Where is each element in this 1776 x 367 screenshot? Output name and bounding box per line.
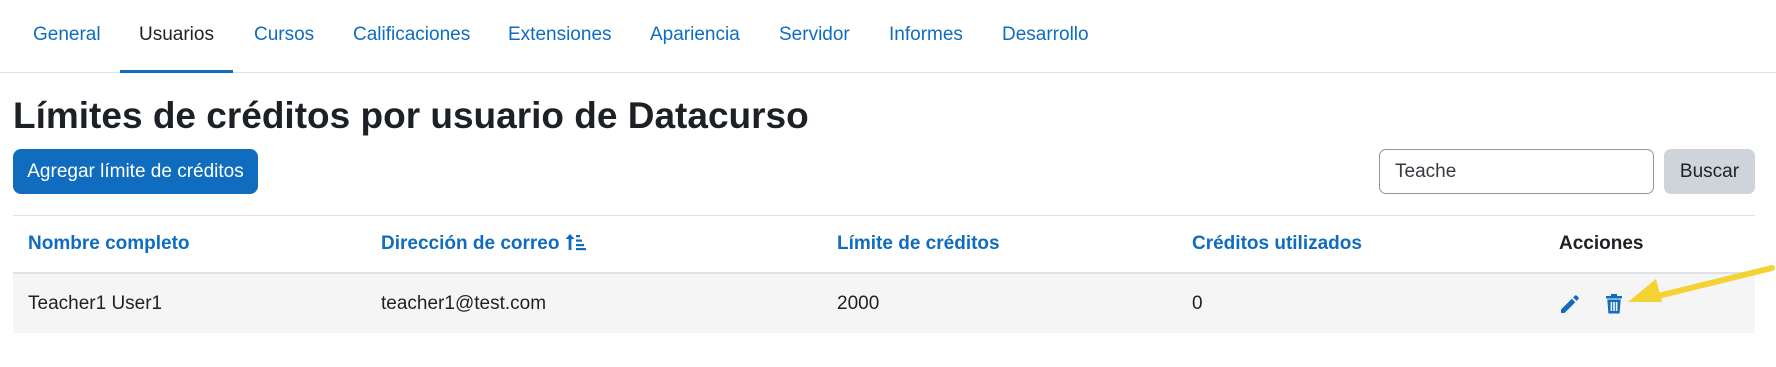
tab-informes[interactable]: Informes xyxy=(889,0,963,73)
tab-apariencia[interactable]: Apariencia xyxy=(650,0,740,73)
tab-usuarios[interactable]: Usuarios xyxy=(120,0,233,73)
cell-fullname: Teacher1 User1 xyxy=(28,293,163,314)
tab-general[interactable]: General xyxy=(33,0,101,73)
tab-cursos[interactable]: Cursos xyxy=(254,0,314,73)
cell-credit-limit: 2000 xyxy=(837,293,880,314)
header-credits-used[interactable]: Créditos utilizados xyxy=(1192,216,1362,272)
sort-ascending-icon xyxy=(565,219,587,275)
pencil-icon[interactable] xyxy=(1559,293,1581,315)
cell-credits-used: 0 xyxy=(1192,293,1203,314)
search-button[interactable]: Buscar xyxy=(1664,149,1755,194)
search-input[interactable] xyxy=(1379,149,1654,194)
table-row: Teacher1 User1 teacher1@test.com 2000 0 xyxy=(13,274,1755,333)
tab-extensiones[interactable]: Extensiones xyxy=(508,0,612,73)
header-email-sortable[interactable]: Dirección de correo xyxy=(381,216,587,272)
page-title: Límites de créditos por usuario de Datac… xyxy=(13,95,809,136)
tab-calificaciones[interactable]: Calificaciones xyxy=(353,0,470,73)
header-fullname[interactable]: Nombre completo xyxy=(28,216,190,272)
tab-servidor[interactable]: Servidor xyxy=(779,0,850,73)
tab-desarrollo[interactable]: Desarrollo xyxy=(1002,0,1089,73)
add-credit-limit-button[interactable]: Agregar límite de créditos xyxy=(13,149,258,194)
annotation-arrow-icon xyxy=(1628,265,1775,302)
table-header-row: Nombre completo Dirección de correo Lími… xyxy=(13,216,1755,274)
admin-nav-tabs: General Usuarios Cursos Calificaciones E… xyxy=(0,0,1776,73)
header-credit-limit[interactable]: Límite de créditos xyxy=(837,216,1000,272)
cell-email: teacher1@test.com xyxy=(381,293,547,314)
header-email-label: Dirección de correo xyxy=(381,233,560,254)
